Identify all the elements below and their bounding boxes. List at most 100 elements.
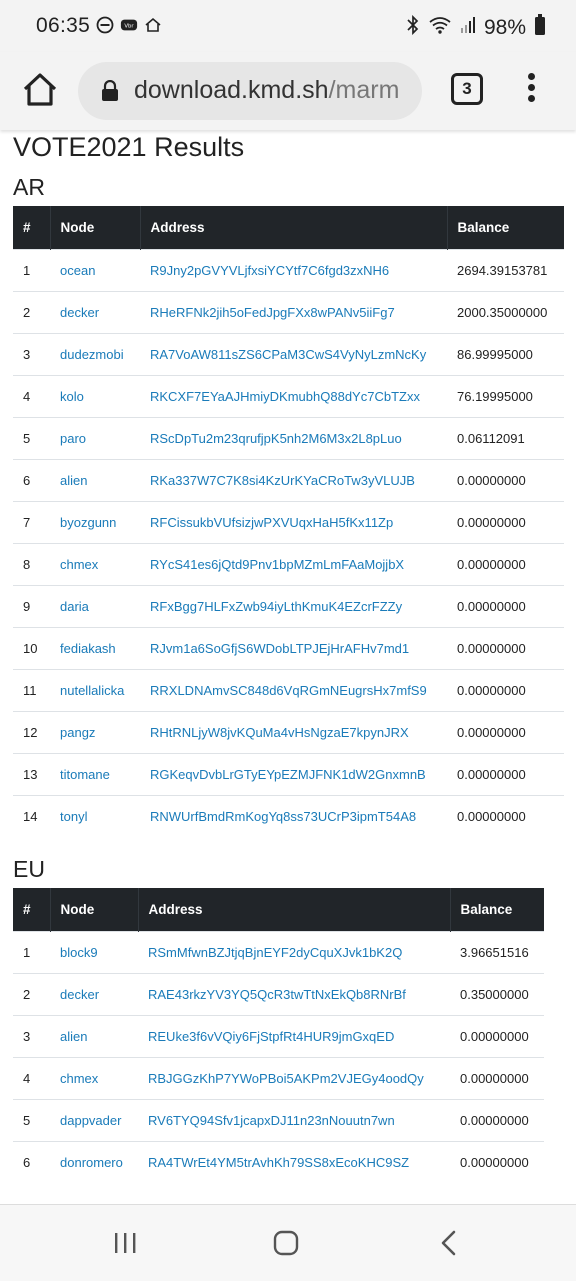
balance-value: 76.19995000 <box>447 375 564 418</box>
col-header-node: Node <box>49 888 138 932</box>
table-row: 3 alien REUke3f6vVQiy6FjStpfRt4HUR9jmGxqED… <box>13 1015 544 1058</box>
row-index: 7 <box>13 501 50 544</box>
home-icon <box>23 73 57 106</box>
page-content: VOTE2021 Results AR # Node Address Balan… <box>0 130 576 1204</box>
balance-value: 0.00000000 <box>447 669 564 712</box>
node-link[interactable]: chmex <box>50 1057 138 1100</box>
node-link[interactable]: paro <box>50 417 140 460</box>
node-link[interactable]: ocean <box>50 249 140 292</box>
node-link[interactable]: pangz <box>50 711 140 754</box>
address-link[interactable]: RAE43rkzYV3YQ5QcR3twTtNxEkQb8RNrBf <box>138 973 450 1016</box>
address-link[interactable]: RJvm1a6SoGfjS6WDobLTPJEjHrAFHv7md1 <box>140 627 447 670</box>
home-network-icon <box>144 16 162 34</box>
address-link[interactable]: RBJGGzKhP7YWoPBoi5AKPm2VJEGy4oodQy <box>138 1057 450 1100</box>
system-back-button[interactable] <box>438 1229 458 1257</box>
home-icon <box>273 1230 299 1256</box>
back-icon <box>441 1230 456 1256</box>
recent-apps-button[interactable] <box>113 1231 137 1255</box>
balance-value: 0.00000000 <box>450 1141 544 1183</box>
table-row: 2 decker RAE43rkzYV3YQ5QcR3twTtNxEkQb8RNrB… <box>13 973 544 1016</box>
row-index: 2 <box>13 291 50 334</box>
address-link[interactable]: RFxBgg7HLFxZwb94iyLthKmuK4EZcrFZZy <box>140 585 447 628</box>
address-link[interactable]: R9Jny2pGVYVLjfxsiYCYtf7C6fgd3zxNH6 <box>140 249 447 292</box>
col-header-index: # <box>13 888 50 932</box>
node-link[interactable]: fediakash <box>50 627 140 670</box>
balance-value: 0.35000000 <box>450 973 544 1016</box>
row-index: 4 <box>13 375 50 418</box>
address-link[interactable]: RA4TWrEt4YM5trAvhKh79SS8xEcoKHC9SZ <box>138 1141 450 1183</box>
system-status: 98% <box>406 14 546 42</box>
table-row: 5 paro RScDpTu2m23qrufjpK5nh2M6M3x2L8pLuo 0… <box>13 417 564 460</box>
balance-value: 0.06112091 <box>447 417 564 460</box>
dnd-icon <box>96 16 114 34</box>
address-link[interactable]: RKa337W7C7K8si4KzUrKYaCRoTw3yVLUJB <box>140 459 447 502</box>
results-table-eu: # Node Address Balance 1 block9 RSmMfwnBZJ… <box>13 888 544 1183</box>
table-row: 14 tonyl RNWUrfBmdRmKogYq8ss73UCrP3ipmT54A… <box>13 795 564 837</box>
address-link[interactable]: RRXLDNAmvSC848d6VqRGmNEugrsHx7mfS9 <box>140 669 447 712</box>
node-link[interactable]: alien <box>50 1015 138 1058</box>
balance-value: 2000.35000000 <box>447 291 564 334</box>
balance-value: 3.96651516 <box>450 931 544 974</box>
tab-switcher-button[interactable]: 3 <box>451 73 483 105</box>
table-row: 1 block9 RSmMfwnBZJtjqBjnEYF2dyCquXJvk1bK2… <box>13 931 544 974</box>
status-time: 06:35 <box>36 14 91 37</box>
node-link[interactable]: alien <box>50 459 140 502</box>
address-link[interactable]: RYcS41es6jQtd9Pnv1bpMZmLmFAaMojjbX <box>140 543 447 586</box>
col-header-address: Address <box>137 888 450 932</box>
table-row: 6 donromero RA4TWrEt4YM5trAvhKh79SS8xEcoKH… <box>13 1141 544 1183</box>
address-link[interactable]: RKCXF7EYaAJHmiyDKmubhQ88dYc7CbTZxx <box>140 375 447 418</box>
row-index: 11 <box>13 669 50 712</box>
address-link[interactable]: RA7VoAW811sZS6CPaM3CwS4VyNyLzmNcKy <box>140 333 447 376</box>
node-link[interactable]: dudezmobi <box>50 333 140 376</box>
address-link[interactable]: REUke3f6vVQiy6FjStpfRt4HUR9jmGxqED <box>138 1015 450 1058</box>
status-bar: 06:35 Vbr 98% <box>0 0 576 52</box>
balance-value: 0.00000000 <box>447 753 564 796</box>
address-link[interactable]: RFCissukbVUfsizjwPXVUqxHaH5fKx11Zp <box>140 501 447 544</box>
row-index: 6 <box>13 459 50 502</box>
address-link[interactable]: RGKeqvDvbLrGTyEYpEZMJFNK1dW2GnxmnB <box>140 753 447 796</box>
system-home-button[interactable] <box>273 1230 299 1256</box>
node-link[interactable]: titomane <box>50 753 140 796</box>
table-row: 11 nutellalicka RRXLDNAmvSC848d6VqRGmNEugr… <box>13 669 564 712</box>
balance-value: 0.00000000 <box>450 1099 544 1142</box>
wifi-icon <box>428 15 452 41</box>
address-link[interactable]: RHtRNLjyW8jvKQuMa4vHsNgzaE7kpynJRX <box>140 711 447 754</box>
col-header-balance: Balance <box>449 888 544 932</box>
row-index: 4 <box>13 1057 50 1100</box>
table-row: 3 dudezmobi RA7VoAW811sZS6CPaM3CwS4VyNyLzm… <box>13 333 564 376</box>
node-link[interactable]: dappvader <box>50 1099 138 1142</box>
battery-icon <box>534 14 546 42</box>
recent-apps-icon <box>115 1233 136 1253</box>
address-link[interactable]: RScDpTu2m23qrufjpK5nh2M6M3x2L8pLuo <box>140 417 447 460</box>
notification-icons: Vbr <box>96 16 162 34</box>
node-link[interactable]: chmex <box>50 543 140 586</box>
row-index: 12 <box>13 711 50 754</box>
node-link[interactable]: tonyl <box>50 795 140 837</box>
browser-home-button[interactable] <box>20 70 60 110</box>
balance-value: 0.00000000 <box>447 585 564 628</box>
address-link[interactable]: RHeRFNk2jih5oFedJpgFXx8wPANv5iiFg7 <box>140 291 447 334</box>
node-link[interactable]: byozgunn <box>50 501 140 544</box>
results-table-ar: # Node Address Balance 1 ocean R9Jny2pGVYV… <box>13 206 564 837</box>
node-link[interactable]: decker <box>50 291 140 334</box>
address-link[interactable]: RSmMfwnBZJtjqBjnEYF2dyCquXJvk1bK2Q <box>138 931 450 974</box>
address-link[interactable]: RV6TYQ94Sfv1jcapxDJ11n23nNouutn7wn <box>138 1099 450 1142</box>
row-index: 3 <box>13 1015 50 1058</box>
table-row: 13 titomane RGKeqvDvbLrGTyEYpEZMJFNK1dW2Gn… <box>13 753 564 796</box>
svg-text:Vbr: Vbr <box>124 24 134 30</box>
table-row: 6 alien RKa337W7C7K8si4KzUrKYaCRoTw3yVLUJB… <box>13 459 564 502</box>
node-link[interactable]: daria <box>50 585 140 628</box>
signal-icon <box>460 15 476 41</box>
table-row: 2 decker RHeRFNk2jih5oFedJpgFXx8wPANv5iiFg… <box>13 291 564 334</box>
page-title: VOTE2021 Results <box>13 132 245 162</box>
node-link[interactable]: kolo <box>50 375 140 418</box>
table-row: 10 fediakash RJvm1a6SoGfjS6WDobLTPJEjHrAFH… <box>13 627 564 670</box>
address-bar[interactable]: download.kmd.sh/marm <box>78 62 422 120</box>
node-link[interactable]: nutellalicka <box>50 669 140 712</box>
node-link[interactable]: decker <box>50 973 138 1016</box>
node-link[interactable]: donromero <box>50 1141 138 1183</box>
address-link[interactable]: RNWUrfBmdRmKogYq8ss73UCrP3ipmT54A8 <box>140 795 447 837</box>
node-link[interactable]: block9 <box>50 931 138 974</box>
url-text[interactable]: download.kmd.sh/marm <box>134 76 399 105</box>
more-menu-button[interactable] <box>521 70 541 112</box>
